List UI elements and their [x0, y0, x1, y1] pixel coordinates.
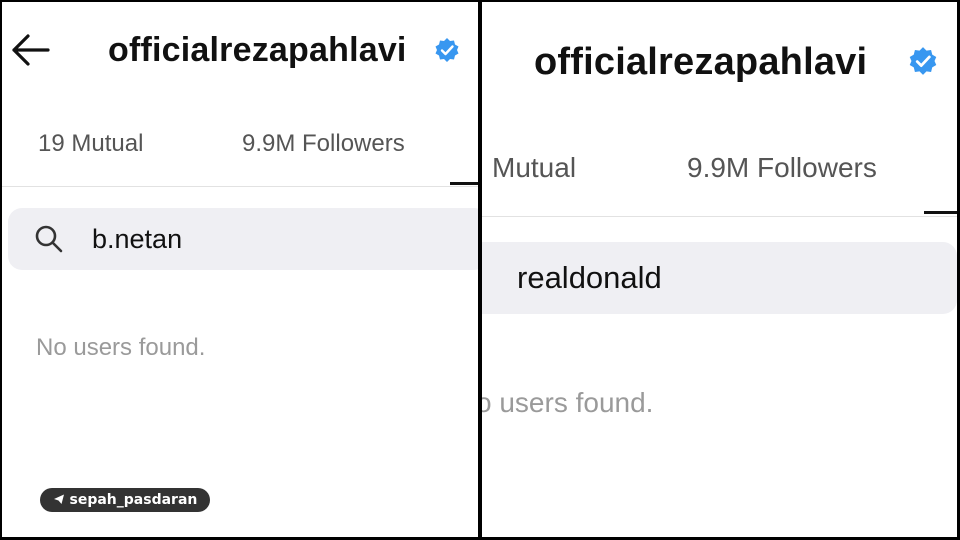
right-screenshot: officialrezapahlavi Mutual 9.9M Follower… — [482, 2, 957, 537]
tab-divider — [2, 186, 478, 187]
profile-username: officialrezapahlavi — [534, 41, 868, 83]
tab-followers[interactable]: 9.9M Followers — [687, 152, 877, 184]
tab-mutual[interactable]: 19 Mutual — [38, 130, 143, 158]
empty-state-message: o users found. — [482, 387, 654, 418]
tab-divider — [482, 216, 957, 217]
search-query[interactable]: b.netan — [92, 224, 182, 255]
verified-badge-icon — [908, 46, 938, 76]
watermark-text: sepah_pasdaran — [69, 492, 198, 508]
tab-mutual[interactable]: Mutual — [492, 152, 576, 184]
back-arrow-icon[interactable] — [8, 30, 50, 70]
empty-state-message: No users found. — [36, 334, 206, 361]
watermark-badge: sepah_pasdaran — [40, 488, 210, 512]
verified-badge-icon — [434, 37, 460, 63]
left-screenshot: officialrezapahlavi 19 Mutual 9.9M Follo… — [2, 2, 478, 537]
telegram-icon — [53, 492, 70, 508]
search-input[interactable]: b.netan — [8, 208, 478, 270]
search-query[interactable]: realdonald — [517, 260, 662, 296]
search-input[interactable]: realdonald — [482, 242, 957, 314]
tab-followers[interactable]: 9.9M Followers — [242, 130, 405, 158]
search-icon — [34, 224, 64, 254]
tab-active-indicator — [450, 182, 478, 185]
profile-username: officialrezapahlavi — [108, 31, 407, 69]
tab-active-indicator — [924, 211, 957, 214]
